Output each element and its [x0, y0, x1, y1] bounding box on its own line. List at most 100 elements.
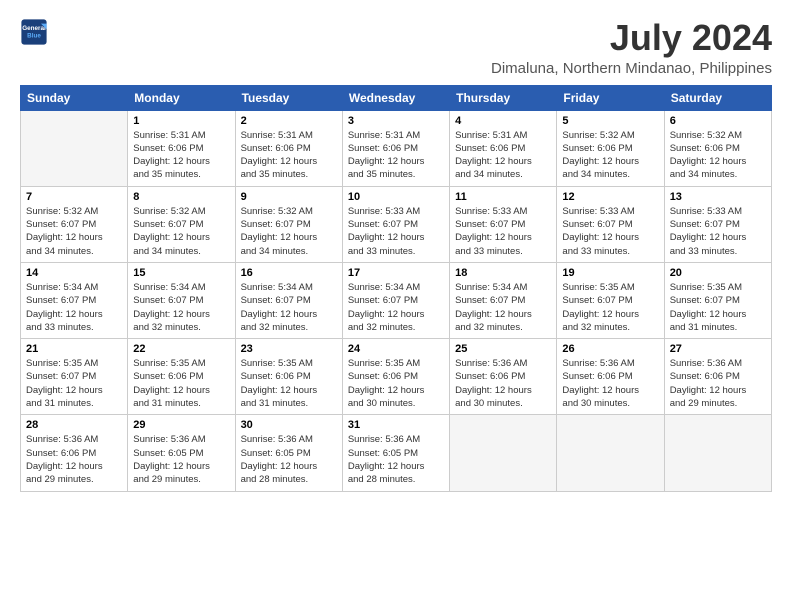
day-number: 22	[133, 343, 229, 355]
calendar-cell: 22 Sunrise: 5:35 AMSunset: 6:06 PMDayligh…	[128, 339, 235, 415]
day-number: 7	[26, 191, 122, 203]
calendar-cell: 4 Sunrise: 5:31 AMSunset: 6:06 PMDaylight…	[450, 110, 557, 186]
day-detail: Sunrise: 5:33 AMSunset: 6:07 PMDaylight:…	[348, 205, 444, 258]
calendar-cell: 29Sunrise: 5:36 AMSunset: 6:05 PMDayligh…	[128, 415, 235, 491]
calendar-cell: 24 Sunrise: 5:35 AMSunset: 6:06 PMDayligh…	[342, 339, 449, 415]
day-detail: Sunrise: 5:31 AMSunset: 6:06 PMDaylight:…	[133, 129, 229, 182]
day-detail: Sunrise: 5:35 AMSunset: 6:07 PMDaylight:…	[26, 357, 122, 410]
calendar-cell: 18 Sunrise: 5:34 AMSunset: 6:07 PMDayligh…	[450, 262, 557, 338]
day-detail: Sunrise: 5:32 AMSunset: 6:07 PMDaylight:…	[26, 205, 122, 258]
day-detail: Sunrise: 5:31 AMSunset: 6:06 PMDaylight:…	[348, 129, 444, 182]
calendar-header-sunday: Sunday	[21, 85, 128, 110]
calendar-cell: 28 Sunrise: 5:36 AMSunset: 6:06 PMDayligh…	[21, 415, 128, 491]
calendar-cell: 6 Sunrise: 5:32 AMSunset: 6:06 PMDaylight…	[664, 110, 771, 186]
day-number: 5	[562, 115, 658, 127]
calendar-cell: 25 Sunrise: 5:36 AMSunset: 6:06 PMDayligh…	[450, 339, 557, 415]
day-number: 24	[348, 343, 444, 355]
day-detail: Sunrise: 5:36 AMSunset: 6:06 PMDaylight:…	[670, 357, 766, 410]
day-detail: Sunrise: 5:31 AMSunset: 6:06 PMDaylight:…	[241, 129, 337, 182]
day-detail: Sunrise: 5:36 AMSunset: 6:06 PMDaylight:…	[26, 433, 122, 486]
day-detail: Sunrise: 5:33 AMSunset: 6:07 PMDaylight:…	[562, 205, 658, 258]
calendar-cell: 30Sunrise: 5:36 AMSunset: 6:05 PMDayligh…	[235, 415, 342, 491]
calendar-cell: 26Sunrise: 5:36 AMSunset: 6:06 PMDayligh…	[557, 339, 664, 415]
day-detail: Sunrise: 5:32 AMSunset: 6:07 PMDaylight:…	[133, 205, 229, 258]
day-detail: Sunrise: 5:36 AMSunset: 6:05 PMDaylight:…	[348, 433, 444, 486]
calendar-cell: 14 Sunrise: 5:34 AMSunset: 6:07 PMDayligh…	[21, 262, 128, 338]
day-number: 8	[133, 191, 229, 203]
svg-text:Blue: Blue	[27, 33, 41, 40]
page: General Blue July 2024 Dimaluna, Norther…	[0, 0, 792, 504]
calendar-cell	[664, 415, 771, 491]
calendar-cell: 16 Sunrise: 5:34 AMSunset: 6:07 PMDayligh…	[235, 262, 342, 338]
day-number: 20	[670, 267, 766, 279]
calendar-cell: 12 Sunrise: 5:33 AMSunset: 6:07 PMDayligh…	[557, 186, 664, 262]
day-detail: Sunrise: 5:32 AMSunset: 6:06 PMDaylight:…	[670, 129, 766, 182]
day-number: 18	[455, 267, 551, 279]
calendar-cell: 7 Sunrise: 5:32 AMSunset: 6:07 PMDaylight…	[21, 186, 128, 262]
day-number: 6	[670, 115, 766, 127]
calendar-cell: 8 Sunrise: 5:32 AMSunset: 6:07 PMDaylight…	[128, 186, 235, 262]
svg-text:General: General	[22, 25, 46, 32]
day-number: 26	[562, 343, 658, 355]
day-number: 2	[241, 115, 337, 127]
subtitle: Dimaluna, Northern Mindanao, Philippines	[491, 60, 772, 77]
calendar-cell	[557, 415, 664, 491]
calendar-cell: 21 Sunrise: 5:35 AMSunset: 6:07 PMDayligh…	[21, 339, 128, 415]
day-number: 11	[455, 191, 551, 203]
day-detail: Sunrise: 5:31 AMSunset: 6:06 PMDaylight:…	[455, 129, 551, 182]
calendar-header-saturday: Saturday	[664, 85, 771, 110]
day-detail: Sunrise: 5:34 AMSunset: 6:07 PMDaylight:…	[26, 281, 122, 334]
day-detail: Sunrise: 5:32 AMSunset: 6:06 PMDaylight:…	[562, 129, 658, 182]
calendar-cell	[21, 110, 128, 186]
day-detail: Sunrise: 5:36 AMSunset: 6:06 PMDaylight:…	[455, 357, 551, 410]
calendar-header-wednesday: Wednesday	[342, 85, 449, 110]
calendar-header-monday: Monday	[128, 85, 235, 110]
day-number: 1	[133, 115, 229, 127]
calendar-cell: 5 Sunrise: 5:32 AMSunset: 6:06 PMDaylight…	[557, 110, 664, 186]
day-detail: Sunrise: 5:35 AMSunset: 6:06 PMDaylight:…	[348, 357, 444, 410]
title-block: July 2024 Dimaluna, Northern Mindanao, P…	[491, 18, 772, 77]
day-detail: Sunrise: 5:35 AMSunset: 6:06 PMDaylight:…	[133, 357, 229, 410]
calendar-cell: 11 Sunrise: 5:33 AMSunset: 6:07 PMDayligh…	[450, 186, 557, 262]
day-detail: Sunrise: 5:35 AMSunset: 6:07 PMDaylight:…	[670, 281, 766, 334]
day-number: 3	[348, 115, 444, 127]
day-detail: Sunrise: 5:33 AMSunset: 6:07 PMDaylight:…	[455, 205, 551, 258]
day-number: 28	[26, 419, 122, 431]
header: General Blue July 2024 Dimaluna, Norther…	[20, 18, 772, 77]
calendar-week-row: 28 Sunrise: 5:36 AMSunset: 6:06 PMDayligh…	[21, 415, 772, 491]
day-number: 14	[26, 267, 122, 279]
day-detail: Sunrise: 5:33 AMSunset: 6:07 PMDaylight:…	[670, 205, 766, 258]
day-detail: Sunrise: 5:36 AMSunset: 6:05 PMDaylight:…	[133, 433, 229, 486]
calendar-table: SundayMondayTuesdayWednesdayThursdayFrid…	[20, 85, 772, 492]
day-number: 16	[241, 267, 337, 279]
calendar-cell: 3 Sunrise: 5:31 AMSunset: 6:06 PMDaylight…	[342, 110, 449, 186]
day-number: 21	[26, 343, 122, 355]
day-detail: Sunrise: 5:34 AMSunset: 6:07 PMDaylight:…	[241, 281, 337, 334]
day-number: 15	[133, 267, 229, 279]
day-number: 23	[241, 343, 337, 355]
logo: General Blue	[20, 18, 50, 46]
day-number: 12	[562, 191, 658, 203]
main-title: July 2024	[491, 18, 772, 58]
day-detail: Sunrise: 5:35 AMSunset: 6:07 PMDaylight:…	[562, 281, 658, 334]
calendar-week-row: 21 Sunrise: 5:35 AMSunset: 6:07 PMDayligh…	[21, 339, 772, 415]
calendar-cell: 31Sunrise: 5:36 AMSunset: 6:05 PMDayligh…	[342, 415, 449, 491]
day-detail: Sunrise: 5:32 AMSunset: 6:07 PMDaylight:…	[241, 205, 337, 258]
calendar-cell: 27Sunrise: 5:36 AMSunset: 6:06 PMDayligh…	[664, 339, 771, 415]
calendar-header-row: SundayMondayTuesdayWednesdayThursdayFrid…	[21, 85, 772, 110]
day-detail: Sunrise: 5:36 AMSunset: 6:05 PMDaylight:…	[241, 433, 337, 486]
calendar-header-tuesday: Tuesday	[235, 85, 342, 110]
day-number: 25	[455, 343, 551, 355]
calendar-cell: 15 Sunrise: 5:34 AMSunset: 6:07 PMDayligh…	[128, 262, 235, 338]
calendar-cell: 13 Sunrise: 5:33 AMSunset: 6:07 PMDayligh…	[664, 186, 771, 262]
day-number: 19	[562, 267, 658, 279]
day-detail: Sunrise: 5:34 AMSunset: 6:07 PMDaylight:…	[455, 281, 551, 334]
calendar-header-friday: Friday	[557, 85, 664, 110]
day-detail: Sunrise: 5:35 AMSunset: 6:06 PMDaylight:…	[241, 357, 337, 410]
day-number: 4	[455, 115, 551, 127]
day-number: 13	[670, 191, 766, 203]
day-detail: Sunrise: 5:34 AMSunset: 6:07 PMDaylight:…	[133, 281, 229, 334]
calendar-cell: 23 Sunrise: 5:35 AMSunset: 6:06 PMDayligh…	[235, 339, 342, 415]
day-number: 10	[348, 191, 444, 203]
calendar-week-row: 1 Sunrise: 5:31 AMSunset: 6:06 PMDaylight…	[21, 110, 772, 186]
